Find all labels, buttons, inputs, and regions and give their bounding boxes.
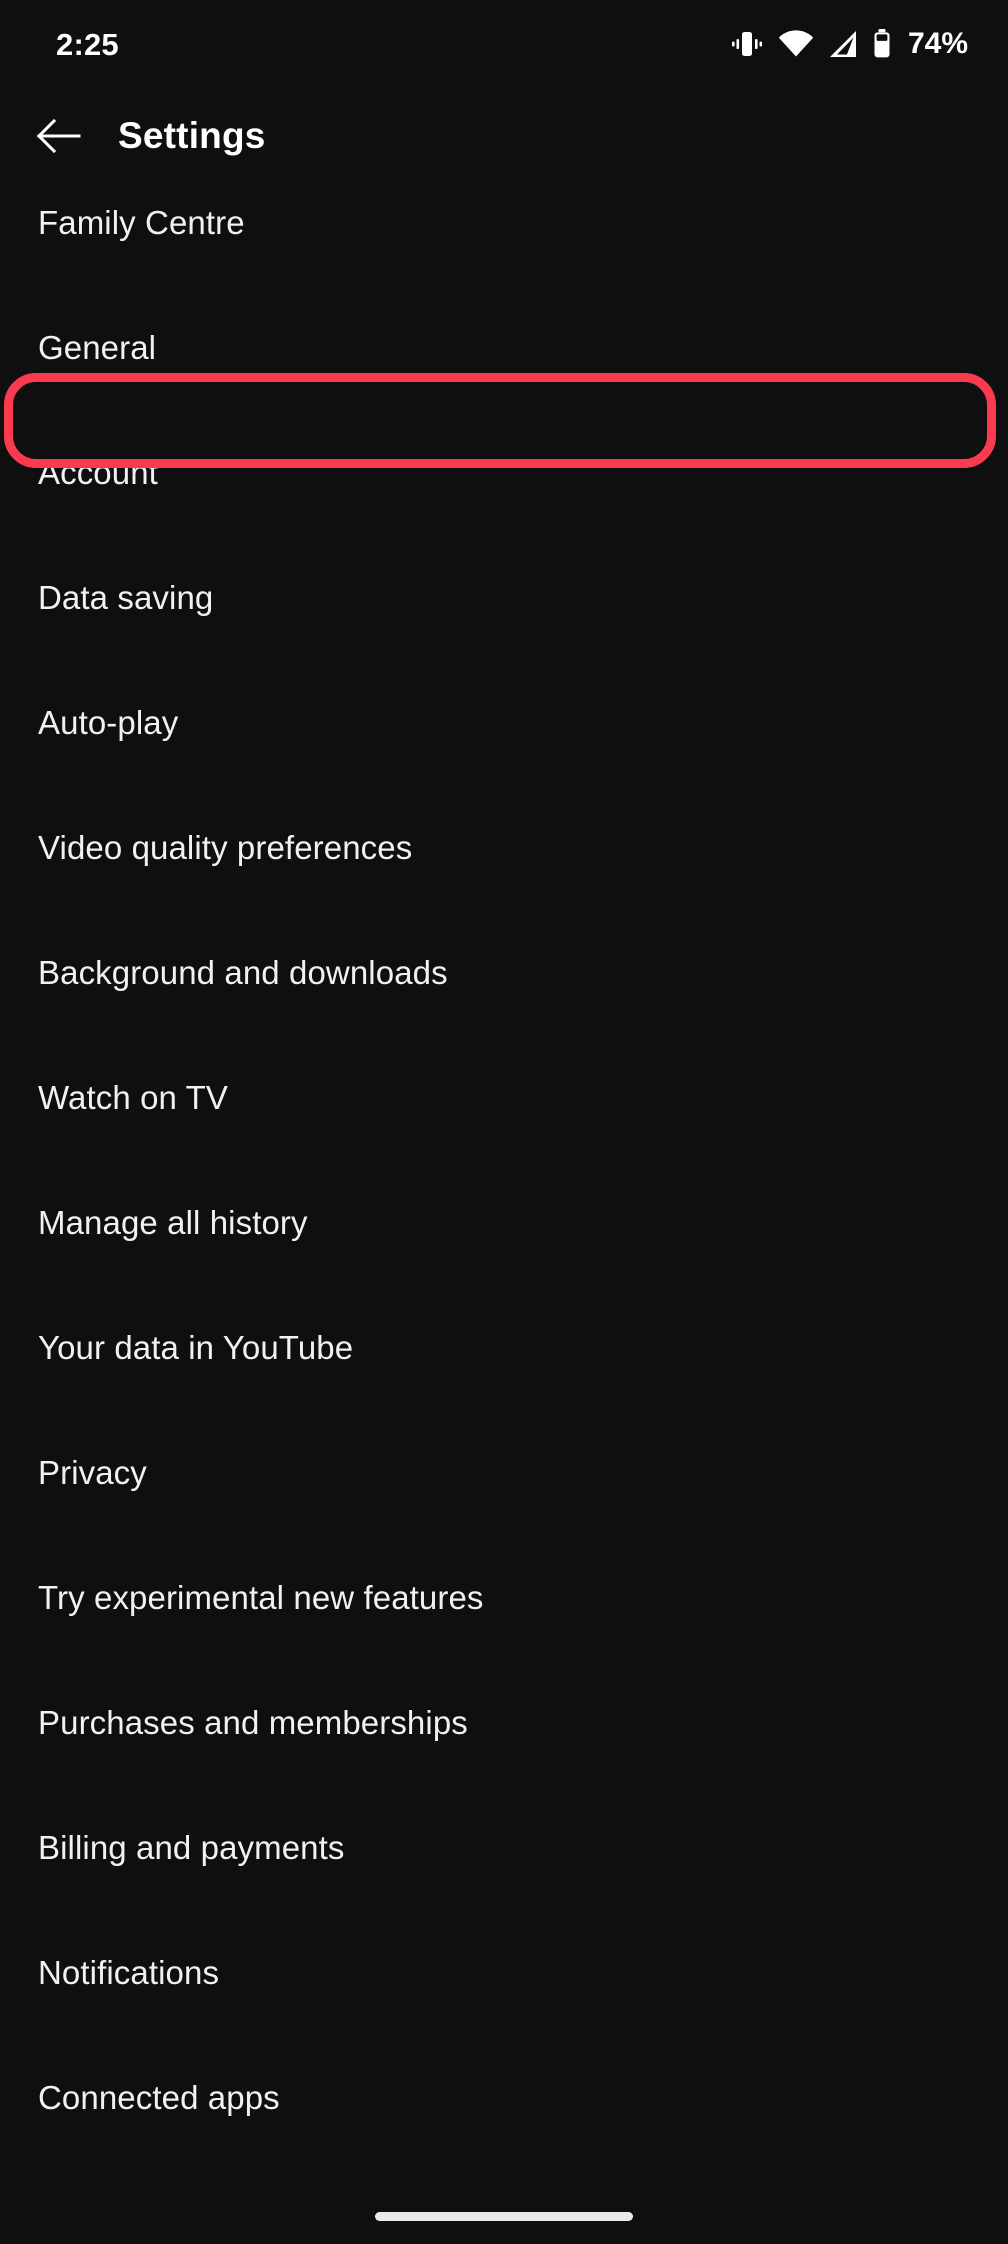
settings-item-family-centre[interactable]: Family Centre <box>0 160 1008 285</box>
settings-item-label: Account <box>38 453 158 491</box>
settings-item-label: Family Centre <box>38 203 245 241</box>
settings-item-general[interactable]: General <box>0 285 1008 410</box>
settings-item-data-saving[interactable]: Data saving <box>0 535 1008 660</box>
settings-item-label: General <box>38 328 157 366</box>
settings-item-your-data-in-youtube[interactable]: Your data in YouTube <box>0 1285 1008 1410</box>
settings-item-privacy[interactable]: Privacy <box>0 1410 1008 1535</box>
settings-item-billing-and-payments[interactable]: Billing and payments <box>0 1785 1008 1910</box>
settings-item-label: Data saving <box>38 578 214 616</box>
cellular-signal-icon <box>829 31 856 57</box>
settings-item-watch-on-tv[interactable]: Watch on TV <box>0 1035 1008 1160</box>
settings-item-notifications[interactable]: Notifications <box>0 1910 1008 2035</box>
settings-item-auto-play[interactable]: Auto-play <box>0 660 1008 785</box>
settings-item-video-quality-preferences[interactable]: Video quality preferences <box>0 785 1008 910</box>
settings-item-manage-all-history[interactable]: Manage all history <box>0 1160 1008 1285</box>
settings-item-label: Your data in YouTube <box>38 1328 354 1366</box>
settings-item-label: Manage all history <box>38 1203 308 1241</box>
settings-item-label: Video quality preferences <box>38 828 413 866</box>
settings-list: Family Centre General Account Data savin… <box>0 160 1008 2160</box>
settings-item-purchases-and-memberships[interactable]: Purchases and memberships <box>0 1660 1008 1785</box>
status-bar: 2:25 74% <box>0 0 1008 88</box>
vibrate-icon <box>731 32 763 56</box>
phone-screen: 2:25 74% Settings Family Centre General … <box>0 0 1008 2244</box>
settings-item-background-and-downloads[interactable]: Background and downloads <box>0 910 1008 1035</box>
battery-percent-label: 74% <box>907 27 968 60</box>
status-clock: 2:25 <box>56 26 119 62</box>
settings-item-label: Watch on TV <box>38 1078 229 1116</box>
settings-item-account[interactable]: Account <box>0 410 1008 535</box>
settings-item-label: Background and downloads <box>38 953 448 991</box>
settings-item-connected-apps[interactable]: Connected apps <box>0 2035 1008 2160</box>
back-arrow-icon <box>36 118 81 154</box>
status-icon-group: 74% <box>730 29 968 59</box>
battery-icon <box>874 29 890 58</box>
settings-item-try-experimental-new-features[interactable]: Try experimental new features <box>0 1535 1008 1660</box>
settings-item-label: Connected apps <box>38 2078 280 2116</box>
page-title: Settings <box>118 115 266 156</box>
wifi-icon <box>778 30 814 57</box>
settings-item-label: Auto-play <box>38 703 179 741</box>
settings-item-label: Notifications <box>38 1953 220 1991</box>
settings-item-label: Purchases and memberships <box>38 1703 468 1741</box>
settings-item-label: Billing and payments <box>38 1828 345 1866</box>
settings-item-label: Privacy <box>38 1453 147 1491</box>
home-indicator[interactable] <box>375 2212 633 2221</box>
settings-item-label: Try experimental new features <box>38 1578 484 1616</box>
